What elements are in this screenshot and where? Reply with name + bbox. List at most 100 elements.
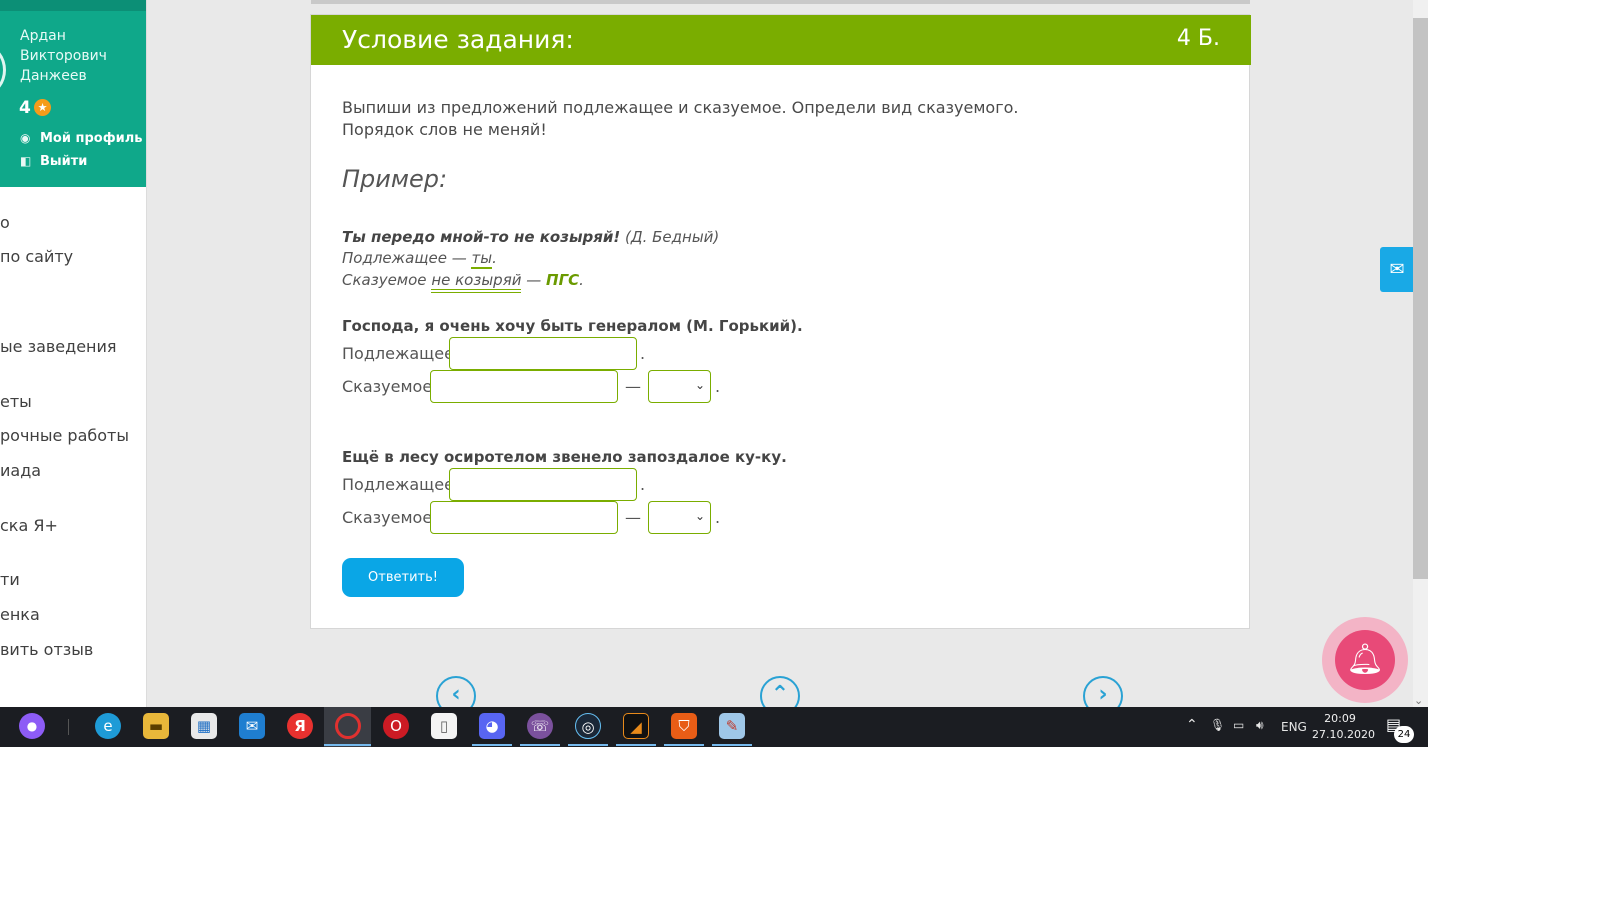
- file-icon[interactable]: ▯: [431, 713, 457, 739]
- explorer-icon[interactable]: ▬: [143, 713, 169, 739]
- instruction-line-2: Порядок слов не меняй!: [342, 120, 547, 139]
- question-2-type-period: .: [715, 508, 721, 527]
- user-name-line-1: Ардан: [20, 28, 66, 44]
- chevron-right-icon: ›: [1098, 682, 1108, 707]
- app-dark-icon[interactable]: ◢: [623, 713, 649, 739]
- example-author: (Д. Бедный): [625, 228, 720, 246]
- question-2-sentence: Ещё в лесу осиротелом звенело запоздалое…: [342, 448, 787, 466]
- question-1-dash: —: [625, 377, 641, 396]
- opera-gx-icon[interactable]: [335, 713, 361, 739]
- example-predicate-dash: —: [526, 271, 542, 289]
- task-title: Условие задания:: [342, 25, 574, 54]
- scroll-down-arrow-icon[interactable]: ⌄: [1414, 694, 1423, 707]
- viber-icon[interactable]: ☏: [527, 713, 553, 739]
- task-header: Условие задания: 4 Б.: [311, 15, 1251, 65]
- example-sentence-line: Ты передо мной-то не козыряй! (Д. Бедный…: [342, 228, 719, 246]
- feedback-mail-button[interactable]: ✉: [1380, 247, 1414, 292]
- mail-icon[interactable]: ✉: [239, 713, 265, 739]
- user-name-line-2: Викторович: [20, 48, 107, 64]
- example-sentence: Ты передо мной-то не козыряй!: [342, 228, 621, 246]
- windows-taskbar: ● e ▬ ▦ ✉ Я O ▯ ◕ ☏ ◎ ◢ ⛉ ✎ ⌃ 🎙︎ ▭ 🔊︎ EN…: [0, 707, 1428, 747]
- star-icon: ★: [34, 99, 51, 116]
- question-2-predicate-label: Сказуемое: [342, 508, 433, 527]
- sidebar-menu-item-8[interactable]: ти: [0, 570, 20, 589]
- sidebar-menu-item-2[interactable]: по сайту: [0, 247, 73, 266]
- sidebar-menu-item-3[interactable]: ые заведения: [0, 337, 117, 356]
- sidebar-menu-item-9[interactable]: енка: [0, 605, 40, 624]
- sidebar-menu-item-6[interactable]: иада: [0, 461, 41, 480]
- chevron-down-icon: ⌄: [694, 378, 705, 392]
- sidebar: Ардан Викторович Данжеев 4 ★ ◉ Мой профил…: [0, 0, 147, 707]
- profile-top-bar: [0, 0, 146, 11]
- running-indicator-opera-gx: [324, 744, 371, 746]
- steam-icon[interactable]: ◎: [575, 713, 601, 739]
- volume-icon[interactable]: 🔊︎: [1256, 718, 1264, 733]
- question-2-predicate-input[interactable]: [430, 501, 618, 534]
- running-indicator-viber: [520, 744, 560, 746]
- question-1-subject-label: Подлежащее: [342, 344, 454, 363]
- question-1-predicate-input[interactable]: [430, 370, 618, 403]
- running-indicator-steam: [568, 744, 608, 746]
- notification-bell-button[interactable]: 🔔︎: [1335, 630, 1395, 690]
- sidebar-menu-item-4[interactable]: еты: [0, 392, 32, 411]
- logout-icon: ◧: [20, 154, 32, 168]
- paint-icon[interactable]: ✎: [719, 713, 745, 739]
- taskbar-divider: [68, 719, 69, 735]
- running-indicator-paint: [712, 744, 752, 746]
- sidebar-menu-item-1[interactable]: о: [0, 213, 10, 232]
- my-profile-label: Мой профиль: [40, 131, 143, 146]
- edge-icon[interactable]: e: [95, 713, 121, 739]
- question-2-type-select[interactable]: ⌄: [648, 501, 711, 534]
- example-predicate-type: ПГС: [546, 271, 580, 289]
- question-2-subject-input[interactable]: [449, 468, 637, 501]
- logout-label: Выйти: [40, 154, 88, 169]
- network-icon[interactable]: ▭: [1233, 718, 1244, 732]
- discord-icon[interactable]: ◕: [479, 713, 505, 739]
- tray-expand-icon[interactable]: ⌃: [1186, 717, 1198, 733]
- question-2-subject-period: .: [640, 475, 646, 494]
- example-title: Пример:: [342, 165, 448, 193]
- question-1-type-select[interactable]: ⌄: [648, 370, 711, 403]
- cortana-icon[interactable]: ●: [19, 713, 45, 739]
- browser-viewport: Ардан Викторович Данжеев 4 ★ ◉ Мой профил…: [0, 0, 1428, 747]
- clock-time: 20:09: [1324, 712, 1356, 725]
- example-predicate-prefix: Сказуемое: [342, 271, 427, 289]
- scrollbar-thumb[interactable]: [1413, 18, 1428, 579]
- user-profile-panel: Ардан Викторович Данжеев 4 ★ ◉ Мой профил…: [0, 0, 146, 187]
- example-subject-line: Подлежащее — ты.: [342, 249, 497, 269]
- question-1-subject-input[interactable]: [449, 337, 637, 370]
- chevron-down-icon: ⌄: [694, 509, 705, 523]
- language-indicator[interactable]: ENG: [1281, 720, 1307, 734]
- example-predicate-line: Сказуемое не козыряй — ПГС.: [342, 271, 584, 293]
- sidebar-menu-item-5[interactable]: рочные работы: [0, 426, 129, 445]
- submit-answer-button[interactable]: Ответить!: [342, 558, 464, 597]
- question-1-predicate-label: Сказуемое: [342, 377, 433, 396]
- yandex-icon[interactable]: Я: [287, 713, 313, 739]
- avatar[interactable]: [0, 46, 6, 94]
- question-2-subject-label: Подлежащее: [342, 475, 454, 494]
- instruction-line-1: Выпиши из предложений подлежащее и сказу…: [342, 98, 1019, 117]
- microphone-icon[interactable]: 🎙︎: [1210, 718, 1225, 732]
- example-subject-prefix: Подлежащее —: [342, 249, 467, 267]
- shield-app-icon[interactable]: ⛉: [671, 713, 697, 739]
- store-icon[interactable]: ▦: [191, 713, 217, 739]
- user-name-line-3: Данжеев: [20, 68, 87, 84]
- opera-icon[interactable]: O: [383, 713, 409, 739]
- example-predicate-value: не козыряй: [431, 271, 522, 293]
- question-1-sentence: Господа, я очень хочу быть генералом (М.…: [342, 317, 803, 335]
- sidebar-menu-item-7[interactable]: ска Я+: [0, 516, 58, 535]
- logout-link[interactable]: ◧ Выйти: [20, 154, 87, 169]
- question-1-type-period: .: [715, 377, 721, 396]
- user-circle-icon: ◉: [20, 131, 31, 145]
- envelope-icon: ✉: [1389, 259, 1405, 280]
- taskbar-clock[interactable]: 20:09 27.10.2020: [1312, 711, 1375, 743]
- chevron-up-icon: ⌃: [770, 682, 790, 707]
- my-profile-link[interactable]: ◉ Мой профиль: [20, 131, 142, 146]
- previous-card-edge: [311, 0, 1250, 4]
- example-subject-value: ты: [471, 249, 493, 269]
- running-indicator-shield: [664, 744, 704, 746]
- sidebar-menu-item-10[interactable]: вить отзыв: [0, 640, 93, 659]
- clock-date: 27.10.2020: [1312, 728, 1375, 741]
- question-1-subject-period: .: [640, 344, 646, 363]
- task-card: Условие задания: 4 Б. Выпиши из предложе…: [310, 14, 1251, 629]
